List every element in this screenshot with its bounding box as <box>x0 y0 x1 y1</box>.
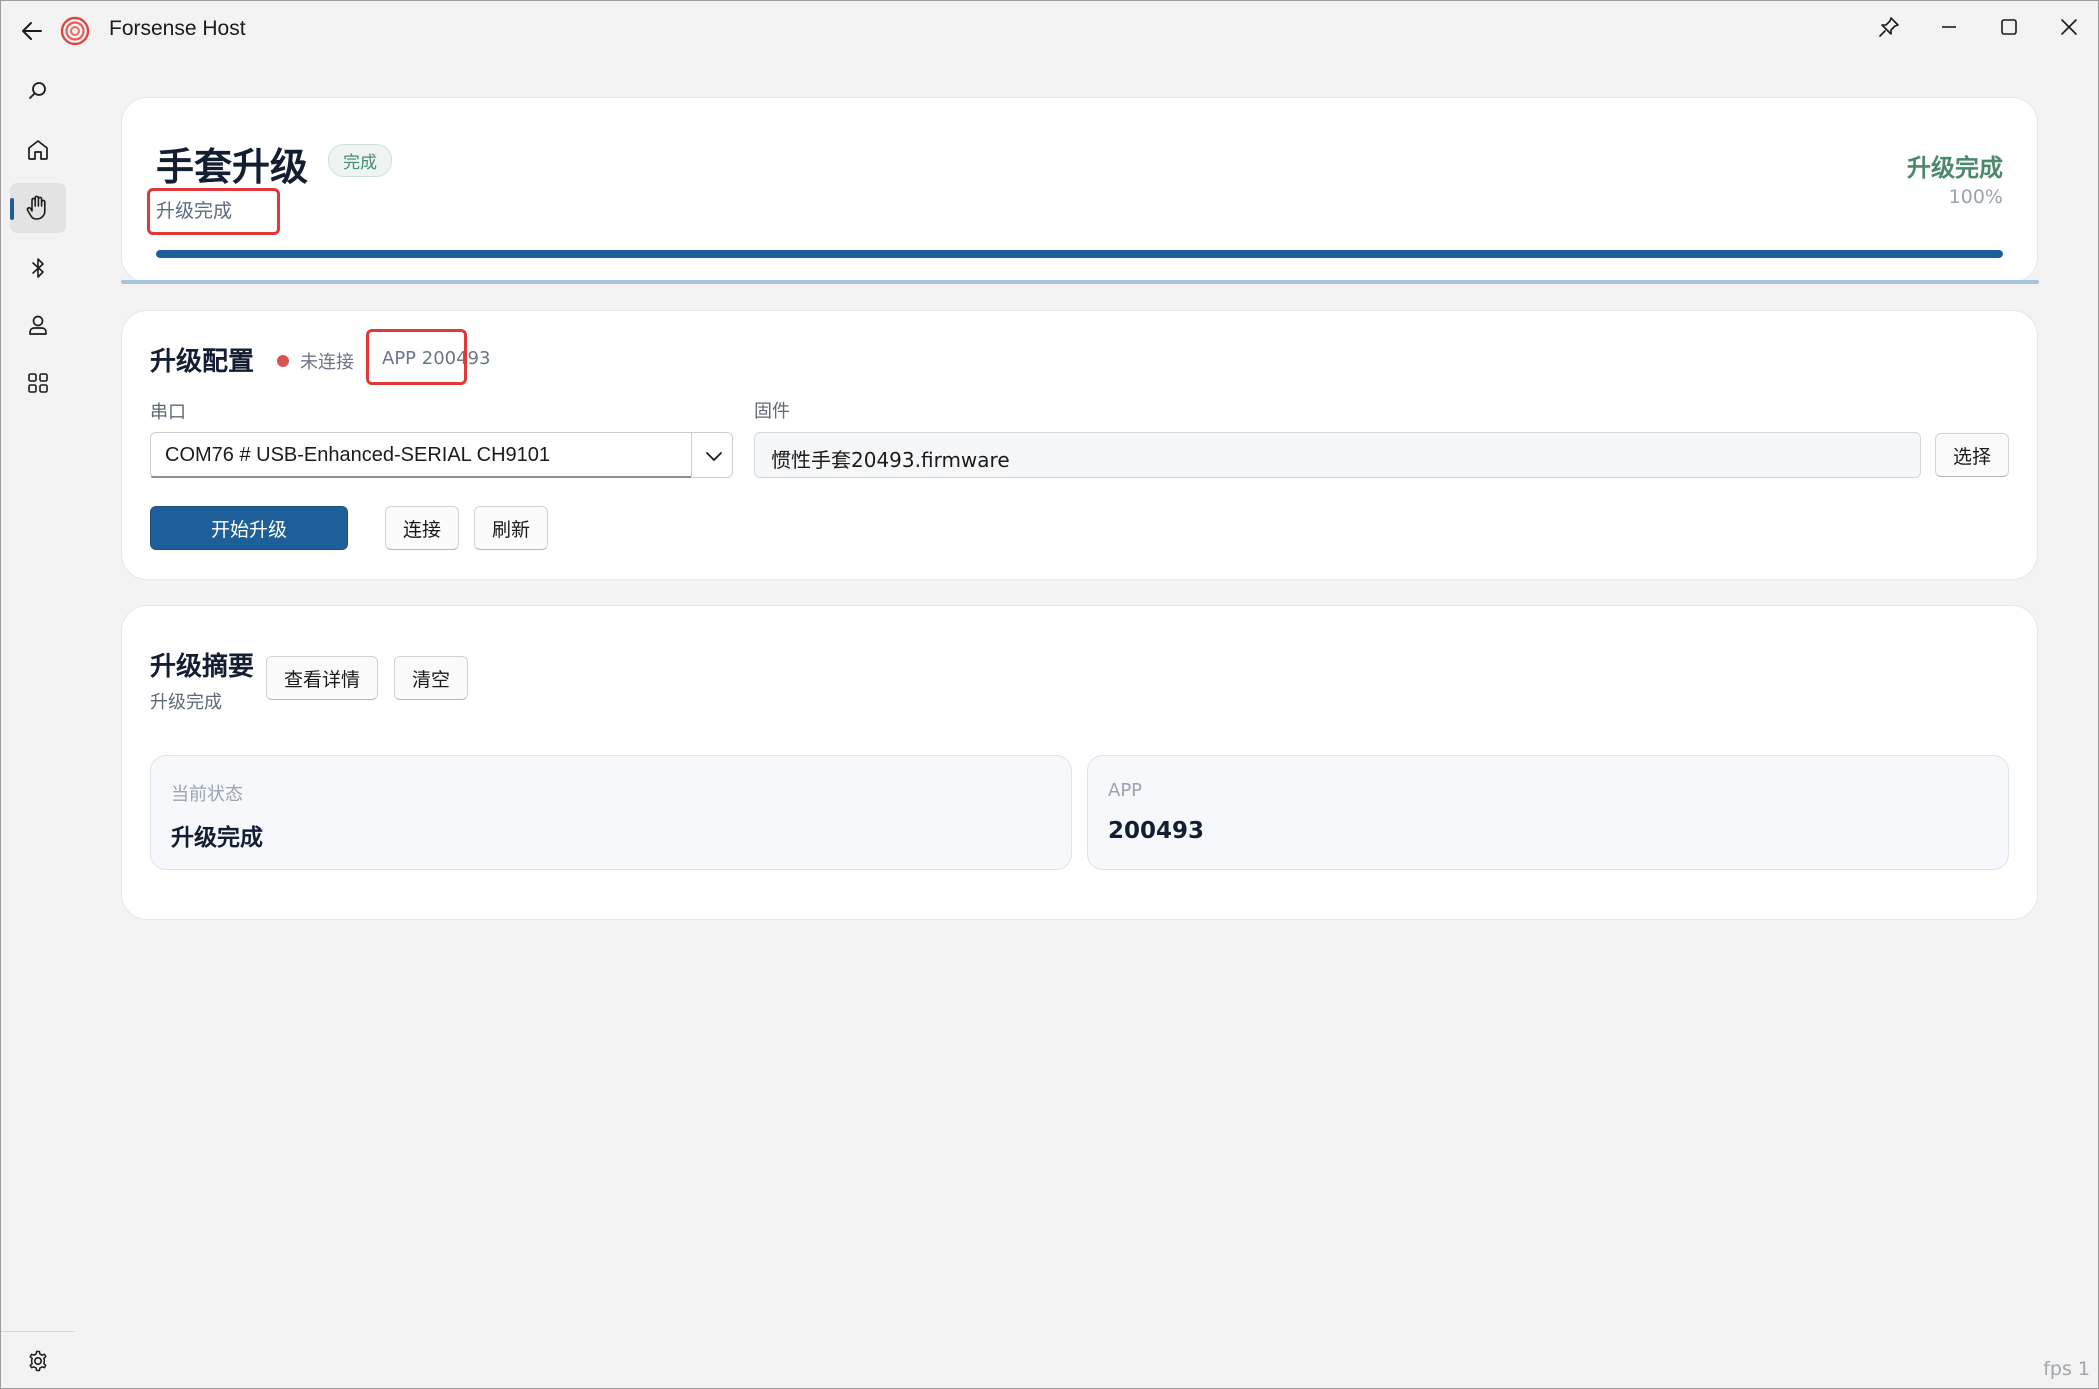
connection-status-dot <box>277 355 289 367</box>
upgrade-progress-bar <box>156 250 2003 258</box>
view-details-button[interactable]: 查看详情 <box>266 656 378 700</box>
sidebar-item-apps[interactable] <box>10 358 66 408</box>
arrow-left-icon <box>22 22 42 40</box>
highlight-box-app-version <box>366 329 467 385</box>
stat-card-app: APP 200493 <box>1087 755 2009 870</box>
progress-fill <box>156 250 2003 258</box>
stat-card-current-status: 当前状态 升级完成 <box>150 755 1072 870</box>
title-bar: Forsense Host <box>1 1 2098 59</box>
select-divider <box>691 433 692 477</box>
gear-icon <box>29 1350 47 1372</box>
stat-label: APP <box>1108 780 1143 801</box>
summary-title: 升级摘要 <box>150 652 255 682</box>
select-underline <box>151 476 691 478</box>
user-icon <box>29 315 47 335</box>
sidebar-search[interactable] <box>10 66 66 116</box>
sidebar-item-bluetooth[interactable] <box>10 243 66 293</box>
grid-icon <box>28 373 48 393</box>
upgrade-config-card: 升级配置 未连接 APP 200493 串口 固件 COM76 # USB-En… <box>121 310 2038 580</box>
start-upgrade-button[interactable]: 开始升级 <box>150 506 348 550</box>
chevron-down-icon[interactable] <box>703 445 725 467</box>
maximize-icon <box>2001 19 2017 35</box>
stat-label: 当前状态 <box>171 784 243 805</box>
highlight-box-subtitle <box>147 188 280 235</box>
status-badge: 完成 <box>328 144 392 177</box>
stat-value: 200493 <box>1108 818 1205 844</box>
home-icon <box>28 140 48 160</box>
pin-button[interactable] <box>1861 7 1917 47</box>
close-button[interactable] <box>2041 7 2097 47</box>
header-accent-line <box>121 280 2039 284</box>
active-indicator <box>10 198 14 220</box>
connection-status: 未连接 <box>300 352 354 373</box>
app-window: Forsense Host 手套升级 完成 升级完成 升级完成 100% 升级配… <box>0 0 2099 1389</box>
sidebar-item-glove[interactable] <box>10 183 66 233</box>
stat-value: 升级完成 <box>171 825 263 851</box>
upgrade-summary-card: 升级摘要 升级完成 查看详情 清空 当前状态 升级完成 APP 200493 <box>121 605 2038 920</box>
upgrade-status: 升级完成 <box>1907 154 2003 182</box>
search-icon <box>29 82 46 99</box>
sidebar-item-user[interactable] <box>10 300 66 350</box>
app-logo-icon <box>60 16 90 46</box>
sidebar-item-settings[interactable] <box>10 1336 66 1386</box>
sidebar-divider <box>1 1331 75 1332</box>
sidebar-item-home[interactable] <box>10 125 66 175</box>
fps-counter: fps 1 <box>2043 1358 2090 1380</box>
minimize-icon <box>1942 26 1956 28</box>
summary-subtitle: 升级完成 <box>150 692 222 713</box>
port-label: 串口 <box>150 402 186 423</box>
clear-button[interactable]: 清空 <box>394 656 468 700</box>
bluetooth-icon <box>32 258 44 278</box>
minimize-button[interactable] <box>1921 7 1977 47</box>
page-title: 手套升级 <box>156 145 309 189</box>
back-button[interactable] <box>15 14 49 48</box>
firmware-field[interactable]: 惯性手套20493.firmware <box>754 432 1921 478</box>
window-title: Forsense Host <box>109 17 246 40</box>
connect-button[interactable]: 连接 <box>385 506 459 550</box>
upgrade-header-card: 手套升级 完成 升级完成 升级完成 100% <box>121 97 2038 283</box>
maximize-button[interactable] <box>1981 7 2037 47</box>
firmware-label: 固件 <box>754 401 790 422</box>
upgrade-percent: 100% <box>1948 186 2003 208</box>
refresh-button[interactable]: 刷新 <box>474 506 548 550</box>
hand-icon <box>26 195 46 220</box>
choose-firmware-button[interactable]: 选择 <box>1935 433 2009 477</box>
close-icon <box>2061 19 2077 35</box>
pin-icon <box>1879 17 1899 37</box>
port-select-value: COM76 # USB-Enhanced-SERIAL CH9101 <box>165 444 550 466</box>
config-title: 升级配置 <box>150 347 255 377</box>
port-select[interactable]: COM76 # USB-Enhanced-SERIAL CH9101 <box>150 432 733 478</box>
firmware-field-value: 惯性手套20493.firmware <box>771 448 1010 472</box>
sidebar <box>1 59 75 1388</box>
